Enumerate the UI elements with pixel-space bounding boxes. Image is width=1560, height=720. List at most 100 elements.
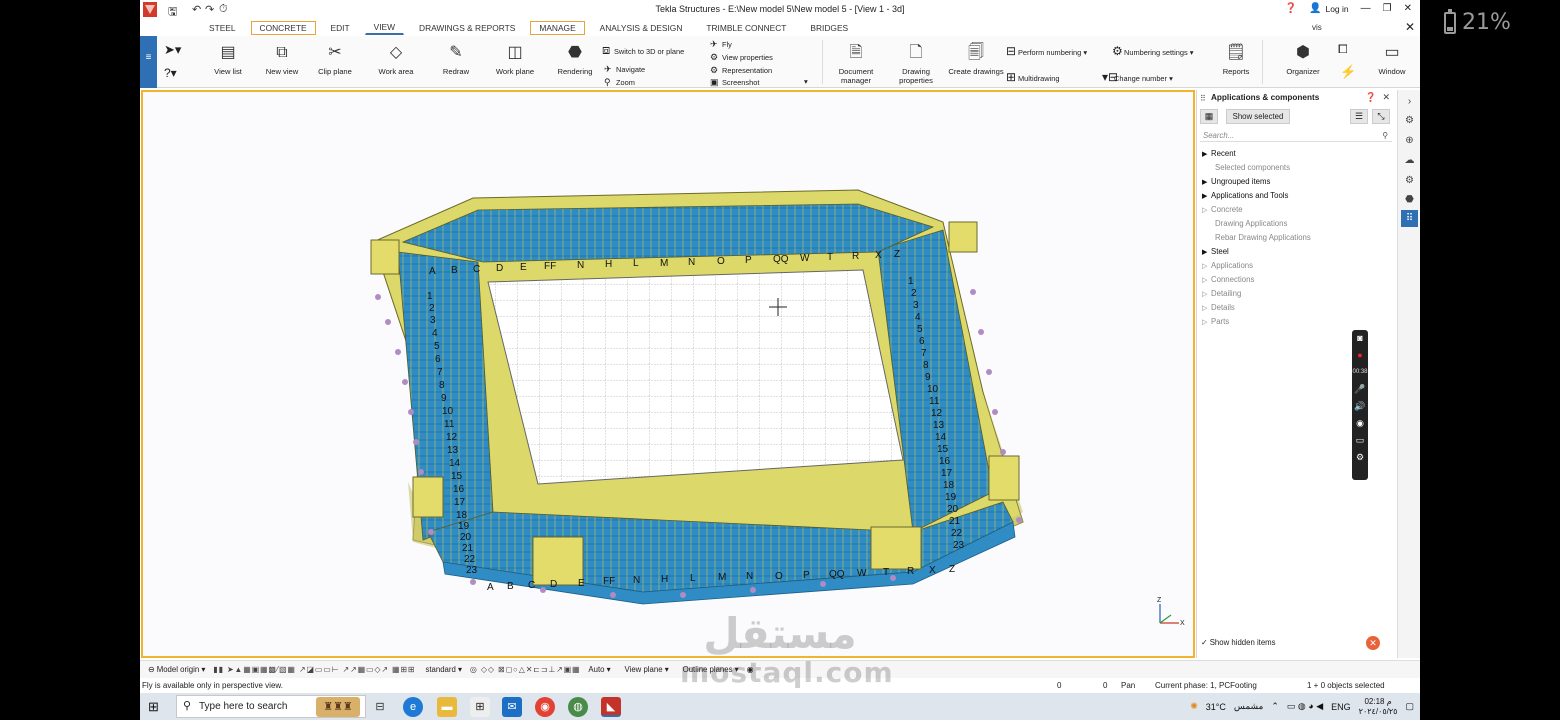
panel-help-icon[interactable]: ❓ [1365, 92, 1376, 103]
work-plane-button[interactable]: ◫ Work plane [485, 42, 545, 76]
notification-icon[interactable]: ▢ [1405, 701, 1414, 712]
globe-icon[interactable]: ⊕ [1401, 132, 1418, 149]
tekla-taskbar-icon[interactable]: ◣ [601, 697, 621, 717]
store-icon[interactable]: ⊞ [470, 697, 490, 717]
expand-chevron-icon[interactable]: › [1401, 93, 1418, 110]
panel-search-input[interactable]: Search... ⚲ [1200, 129, 1392, 142]
multidrawing-button[interactable]: ⊞ Multidrawing [1006, 70, 1060, 84]
chrome-icon[interactable]: ◉ [535, 697, 555, 717]
view-properties-button[interactable]: ⚙ View properties [710, 52, 773, 63]
tab-manage[interactable]: MANAGE [530, 20, 585, 35]
search-clear-icon[interactable]: ✕ [1405, 20, 1415, 34]
numbering-settings-button[interactable]: ⚙Numbering settings ▾ [1112, 44, 1193, 58]
tree-item-connections[interactable]: ▷ Connections [1202, 273, 1392, 287]
properties-icon[interactable]: ⚙ [1401, 112, 1418, 129]
tree-item-rebar-drawing-applications[interactable]: Rebar Drawing Applications [1202, 231, 1392, 245]
warning-icon[interactable]: ✕ [1366, 636, 1380, 650]
language-indicator[interactable]: ENG [1331, 702, 1351, 712]
task-view-icon[interactable]: ⊟ [370, 697, 390, 717]
recorder-camera-icon[interactable]: ◙ [1352, 330, 1368, 347]
tab-bridges[interactable]: BRIDGES [801, 21, 857, 35]
close-button[interactable]: ✕ [1404, 3, 1412, 14]
tree-item-parts[interactable]: ▷ Parts [1202, 315, 1392, 329]
user-icon[interactable]: 👤 [1309, 3, 1321, 14]
clip-plane-button[interactable]: ✂ Clip plane [305, 42, 365, 76]
tab-concrete[interactable]: CONCRETE [250, 20, 316, 35]
webcam-icon[interactable]: ◉ [1352, 415, 1368, 432]
screenshot-button[interactable]: ▣ Screenshot [710, 77, 759, 88]
tree-item-concrete[interactable]: ▷ Concrete [1202, 203, 1392, 217]
outline-planes-dropdown[interactable]: Outline planes ▾ [683, 665, 739, 674]
tab-drawings-reports[interactable]: DRAWINGS & REPORTS [410, 21, 524, 35]
help-icon[interactable]: ❓ [1285, 3, 1297, 14]
navigate-button[interactable]: ✈ Navigate [604, 64, 645, 75]
fly-button[interactable]: ✈ Fly [710, 39, 732, 50]
globe-app-icon[interactable]: ◍ [568, 697, 588, 717]
switch-3d-button[interactable]: ⧈ Switch to 3D or plane [602, 42, 684, 58]
view-list-button[interactable]: ▤ View list [198, 42, 258, 76]
mail-icon[interactable]: ✉ [502, 697, 522, 717]
create-drawings-button[interactable]: 🗐 Create drawings [946, 42, 1006, 76]
view-dropdown-icon[interactable]: ▾ [804, 77, 808, 86]
organizer-button[interactable]: ⬢ Organizer [1273, 42, 1333, 76]
list-view-button[interactable]: ☰ [1350, 109, 1368, 124]
edge-browser-icon[interactable]: e [403, 697, 423, 717]
recorder-record-icon[interactable]: ● [1352, 347, 1368, 364]
show-hidden-items-toggle[interactable]: ✓ Show hidden items [1201, 638, 1276, 647]
rendering-button[interactable]: ⬣ Rendering [545, 42, 605, 76]
command-search-input[interactable]: vis [1308, 21, 1404, 34]
tree-item-details[interactable]: ▷ Details [1202, 301, 1392, 315]
zoom-button[interactable]: ⚲ Zoom [604, 77, 635, 88]
redraw-button[interactable]: ✎ Redraw [426, 42, 486, 76]
tree-item-detailing[interactable]: ▷ Detailing [1202, 287, 1392, 301]
snap-switches[interactable]: ◎ ◇◇ ⊠◻○△✕⊏⊐⊥↗▣▦ [470, 665, 581, 674]
cloud-icon[interactable]: ☁ [1401, 152, 1418, 169]
tab-analysis-design[interactable]: ANALYSIS & DESIGN [591, 21, 692, 35]
tree-item-drawing-applications[interactable]: Drawing Applications [1202, 217, 1392, 231]
tab-trimble-connect[interactable]: TRIMBLE CONNECT [697, 21, 795, 35]
tree-item-applications[interactable]: ▷ Applications [1202, 259, 1392, 273]
help-pointer-icon[interactable]: ?▾ [164, 66, 177, 80]
view-plane-dropdown[interactable]: View plane ▾ [625, 665, 669, 674]
speaker-icon[interactable]: 🔊 [1352, 398, 1368, 415]
login-link[interactable]: Log in [1325, 4, 1348, 14]
collapse-panel-button[interactable]: ⤡ [1372, 109, 1390, 124]
change-number-button[interactable]: ▾⊟Change number ▾ [1102, 70, 1173, 84]
minimize-button[interactable]: — [1361, 3, 1371, 14]
representation-button[interactable]: ⚙ Representation [710, 65, 772, 76]
window-button[interactable]: ▭ Window [1362, 42, 1420, 76]
restore-button[interactable]: ❐ [1383, 3, 1392, 14]
applications-components-icon[interactable]: ⠿ [1401, 210, 1418, 227]
show-selected-button[interactable]: Show selected [1226, 109, 1290, 124]
selection-switches[interactable]: ▮▮ ➤▲▦▣▦▩⁄▧▦ ↗◪▭▭⊢ ↗↗▦▭◇↗ ▦⊞⊞ [213, 665, 415, 674]
tray-icons[interactable]: ▭ ◍ ◕ ◀ [1287, 701, 1323, 712]
auto-dropdown[interactable]: Auto ▾ [588, 665, 610, 674]
recorder-settings-icon[interactable]: ⚙ [1352, 449, 1368, 466]
microphone-icon[interactable]: 🎤 [1352, 381, 1368, 398]
screen-icon[interactable]: ▭ [1352, 432, 1368, 449]
cube-icon[interactable]: ⬣ [1401, 191, 1418, 208]
tree-item-applications-tools[interactable]: ▶ Applications and Tools [1202, 189, 1392, 203]
eye-icon[interactable]: ◉ [747, 665, 754, 674]
panel-close-icon[interactable]: ✕ [1382, 92, 1390, 103]
grid-view-button[interactable]: ▦ [1200, 109, 1218, 124]
tray-chevron-icon[interactable]: ⌃ [1271, 701, 1279, 712]
document-manager-button[interactable]: 🗎 Document manager [826, 42, 886, 85]
new-view-button[interactable]: ⧉ New view [252, 42, 312, 76]
lightning-icon[interactable]: ⚡ [1340, 64, 1356, 80]
tab-steel[interactable]: STEEL [200, 21, 245, 35]
work-area-button[interactable]: ◇ Work area [366, 42, 426, 76]
tree-item-steel[interactable]: ▶ Steel [1202, 245, 1392, 259]
tree-item-ungrouped[interactable]: ▶ Ungrouped items [1202, 175, 1392, 189]
tree-item-recent[interactable]: ▶ Recent [1202, 147, 1392, 161]
tab-edit[interactable]: EDIT [322, 21, 359, 35]
settings-icon[interactable]: ⚙ [1401, 172, 1418, 189]
clash-check-icon[interactable]: ⧠ [1338, 42, 1348, 57]
drawing-properties-button[interactable]: 🗋 Drawing properties [886, 42, 946, 85]
select-pointer-icon[interactable]: ➤▾ [164, 42, 181, 58]
reports-button[interactable]: 🗒 Reports [1206, 42, 1266, 76]
windows-start-icon[interactable]: ⊞ [148, 699, 159, 715]
file-explorer-icon[interactable]: ▬ [437, 697, 457, 717]
quick-menu-icon[interactable]: ≡ [140, 36, 157, 88]
clock[interactable]: 02:18 م ٢٠٢٤/٠٥/٢٥ [1359, 697, 1398, 717]
